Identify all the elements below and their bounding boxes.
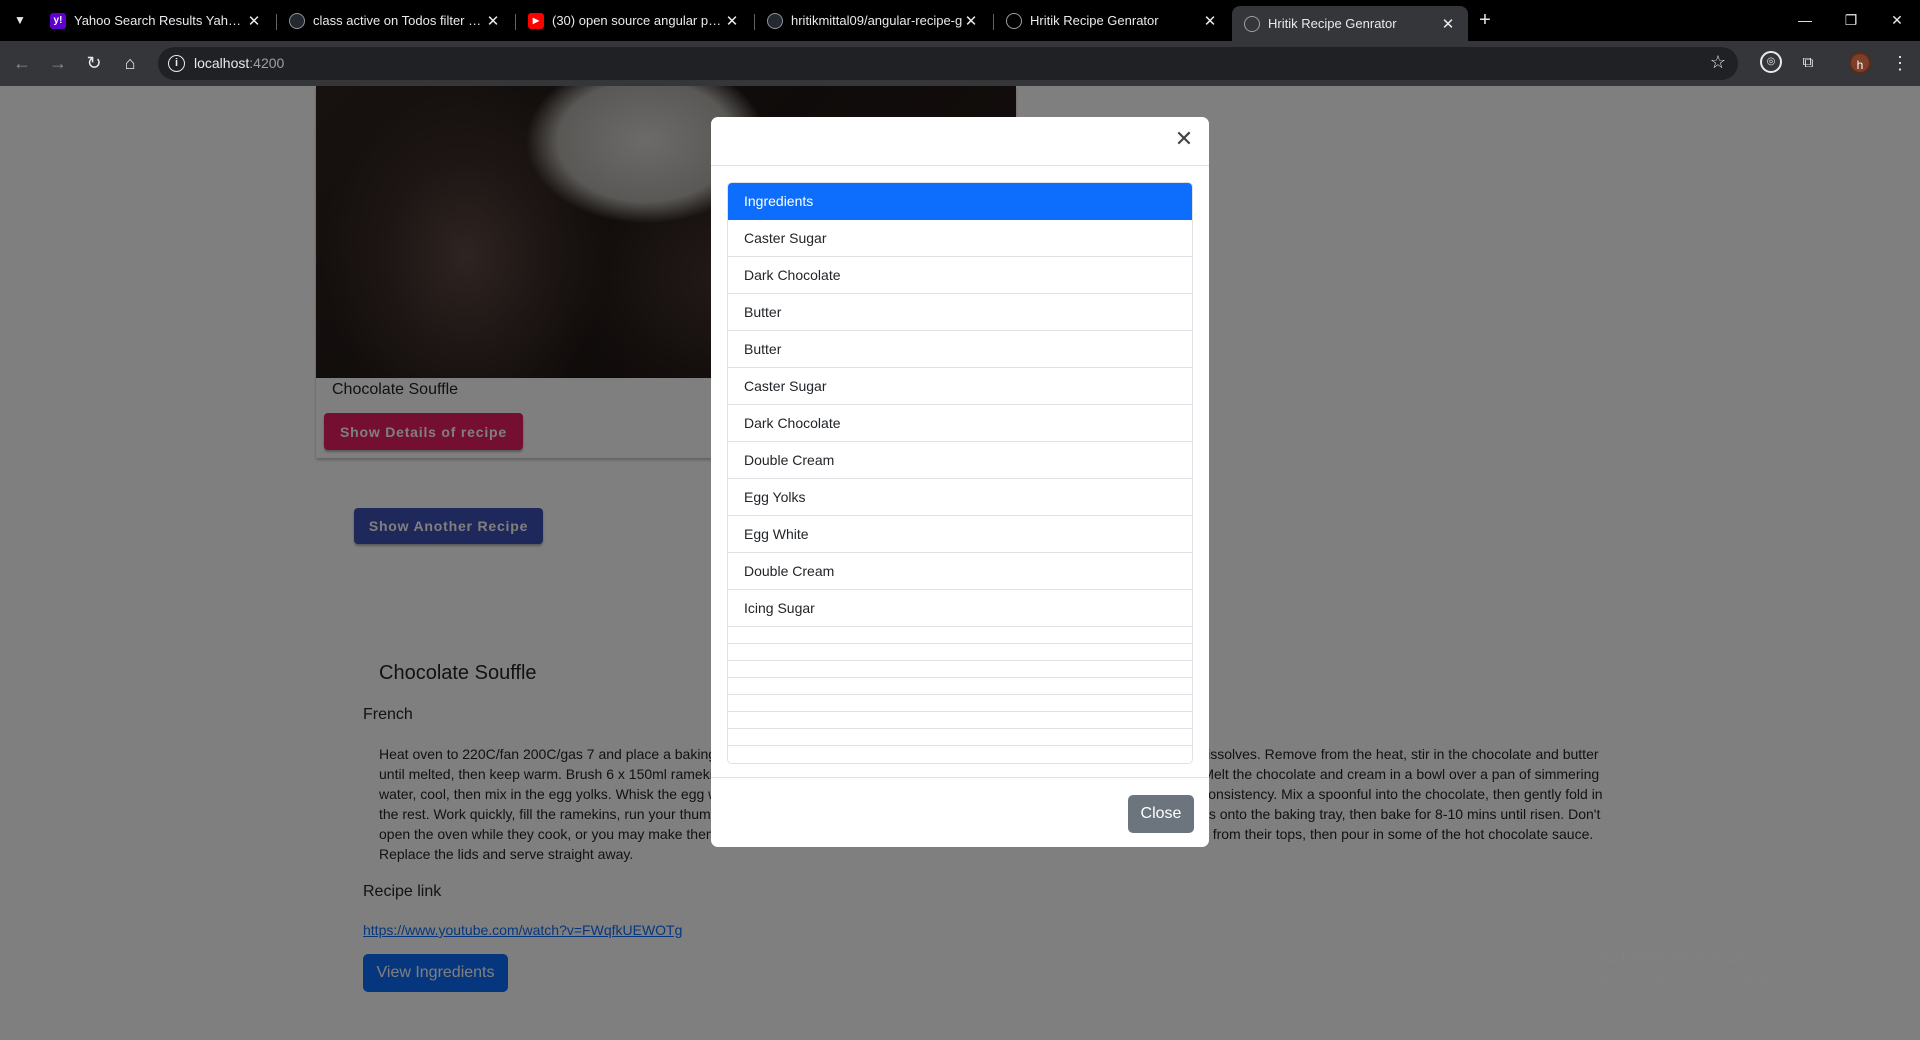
watermark-subtitle: Go to Settings to activate Windows. — [1599, 973, 1820, 989]
browser-tab[interactable]: class active on Todos filter not s ✕ — [277, 6, 513, 35]
browser-tab[interactable]: Hritik Recipe Genrator ✕ — [994, 6, 1230, 35]
close-tab-icon[interactable]: ✕ — [1202, 12, 1218, 30]
profile-avatar[interactable]: h — [1849, 52, 1871, 74]
ingredient-item: Icing Sugar — [728, 590, 1192, 627]
url-text: localhost:4200 — [194, 55, 285, 71]
modal-footer: Close — [711, 777, 1209, 847]
ingredient-item: Egg Yolks — [728, 479, 1192, 516]
tab-strip: ▼ y! Yahoo Search Results Yahoo India ✕ … — [0, 0, 1920, 41]
close-button[interactable]: Close — [1128, 795, 1194, 833]
restore-icon[interactable]: ❐ — [1828, 0, 1874, 41]
minimize-icon[interactable]: — — [1782, 0, 1828, 41]
close-icon[interactable]: ✕ — [1173, 128, 1195, 150]
yahoo-icon: y! — [50, 12, 66, 29]
ingredient-item: Butter — [728, 294, 1192, 331]
close-tab-icon[interactable]: ✕ — [724, 12, 740, 30]
ingredient-item — [728, 712, 1192, 729]
close-tab-icon[interactable]: ✕ — [485, 12, 501, 30]
ingredient-item: Caster Sugar — [728, 220, 1192, 257]
tab-title: class active on Todos filter not s — [313, 13, 485, 28]
tab-title: hritikmittal09/angular-recipe-g — [791, 13, 963, 28]
globe-icon — [1244, 15, 1260, 32]
extensions-puzzle-icon[interactable]: ⧉ — [1796, 51, 1820, 75]
youtube-icon: ▶ — [528, 12, 544, 29]
close-tab-icon[interactable]: ✕ — [1440, 15, 1456, 33]
ingredient-item: Double Cream — [728, 553, 1192, 590]
ingredients-modal: ✕ Ingredients Caster Sugar Dark Chocolate… — [711, 117, 1209, 847]
ingredient-item — [728, 644, 1192, 661]
new-tab-icon[interactable]: + — [1472, 8, 1498, 34]
ingredient-item — [728, 729, 1192, 746]
ingredient-item: Double Cream — [728, 442, 1192, 479]
tab-title: Yahoo Search Results Yahoo India — [74, 13, 246, 28]
browser-tab-active[interactable]: Hritik Recipe Genrator ✕ — [1232, 6, 1468, 41]
browser-tab[interactable]: y! Yahoo Search Results Yahoo India ✕ — [38, 6, 274, 35]
ingredient-item — [728, 661, 1192, 678]
ingredient-item: Egg White — [728, 516, 1192, 553]
back-icon[interactable]: ← — [8, 49, 36, 77]
ingredients-list-header: Ingredients — [728, 183, 1192, 220]
ingredient-item — [728, 678, 1192, 695]
tab-title: Hritik Recipe Genrator — [1268, 16, 1397, 31]
github-icon — [767, 12, 783, 29]
site-info-icon[interactable]: i — [168, 55, 185, 72]
github-icon — [289, 12, 305, 29]
browser-tab[interactable]: ▶ (30) open source angular project ✕ — [516, 6, 752, 35]
close-tab-icon[interactable]: ✕ — [246, 12, 262, 30]
watermark-title: Activate Windows — [1599, 948, 1749, 969]
kebab-menu-icon[interactable]: ⋮ — [1888, 51, 1912, 75]
page-content: Chocolate Souffle Show Details of recipe… — [0, 86, 1920, 1040]
address-bar[interactable]: i localhost:4200 ☆ — [158, 47, 1738, 80]
tab-title: (30) open source angular project — [552, 13, 724, 28]
activate-windows-watermark: Activate Windows Go to Settings to activ… — [1599, 948, 1820, 989]
bookmark-star-icon[interactable]: ☆ — [1710, 52, 1726, 73]
ingredients-list: Ingredients Caster Sugar Dark Chocolate Bu… — [727, 182, 1193, 764]
modal-header: ✕ — [711, 117, 1209, 166]
forward-icon[interactable]: → — [44, 49, 72, 77]
globe-icon — [1006, 12, 1022, 29]
reload-icon[interactable]: ↻ — [80, 49, 108, 77]
ingredient-item: Dark Chocolate — [728, 405, 1192, 442]
browser-toolbar: ← → ↻ ⌂ i localhost:4200 ☆ ◎ ⧉ h ⋮ — [0, 41, 1920, 86]
ingredient-item — [728, 695, 1192, 712]
home-icon[interactable]: ⌂ — [116, 49, 144, 77]
ingredient-item — [728, 746, 1192, 763]
close-window-icon[interactable]: ✕ — [1874, 0, 1920, 41]
ingredient-item: Caster Sugar — [728, 368, 1192, 405]
ingredient-item: Dark Chocolate — [728, 257, 1192, 294]
extension-icon[interactable]: ◎ — [1760, 51, 1782, 73]
close-tab-icon[interactable]: ✕ — [963, 12, 979, 30]
tab-title: Hritik Recipe Genrator — [1030, 13, 1159, 28]
browser-tab[interactable]: hritikmittal09/angular-recipe-g ✕ — [755, 6, 991, 35]
ingredient-item: Butter — [728, 331, 1192, 368]
tab-search-icon[interactable]: ▼ — [8, 8, 32, 32]
ingredient-item — [728, 627, 1192, 644]
